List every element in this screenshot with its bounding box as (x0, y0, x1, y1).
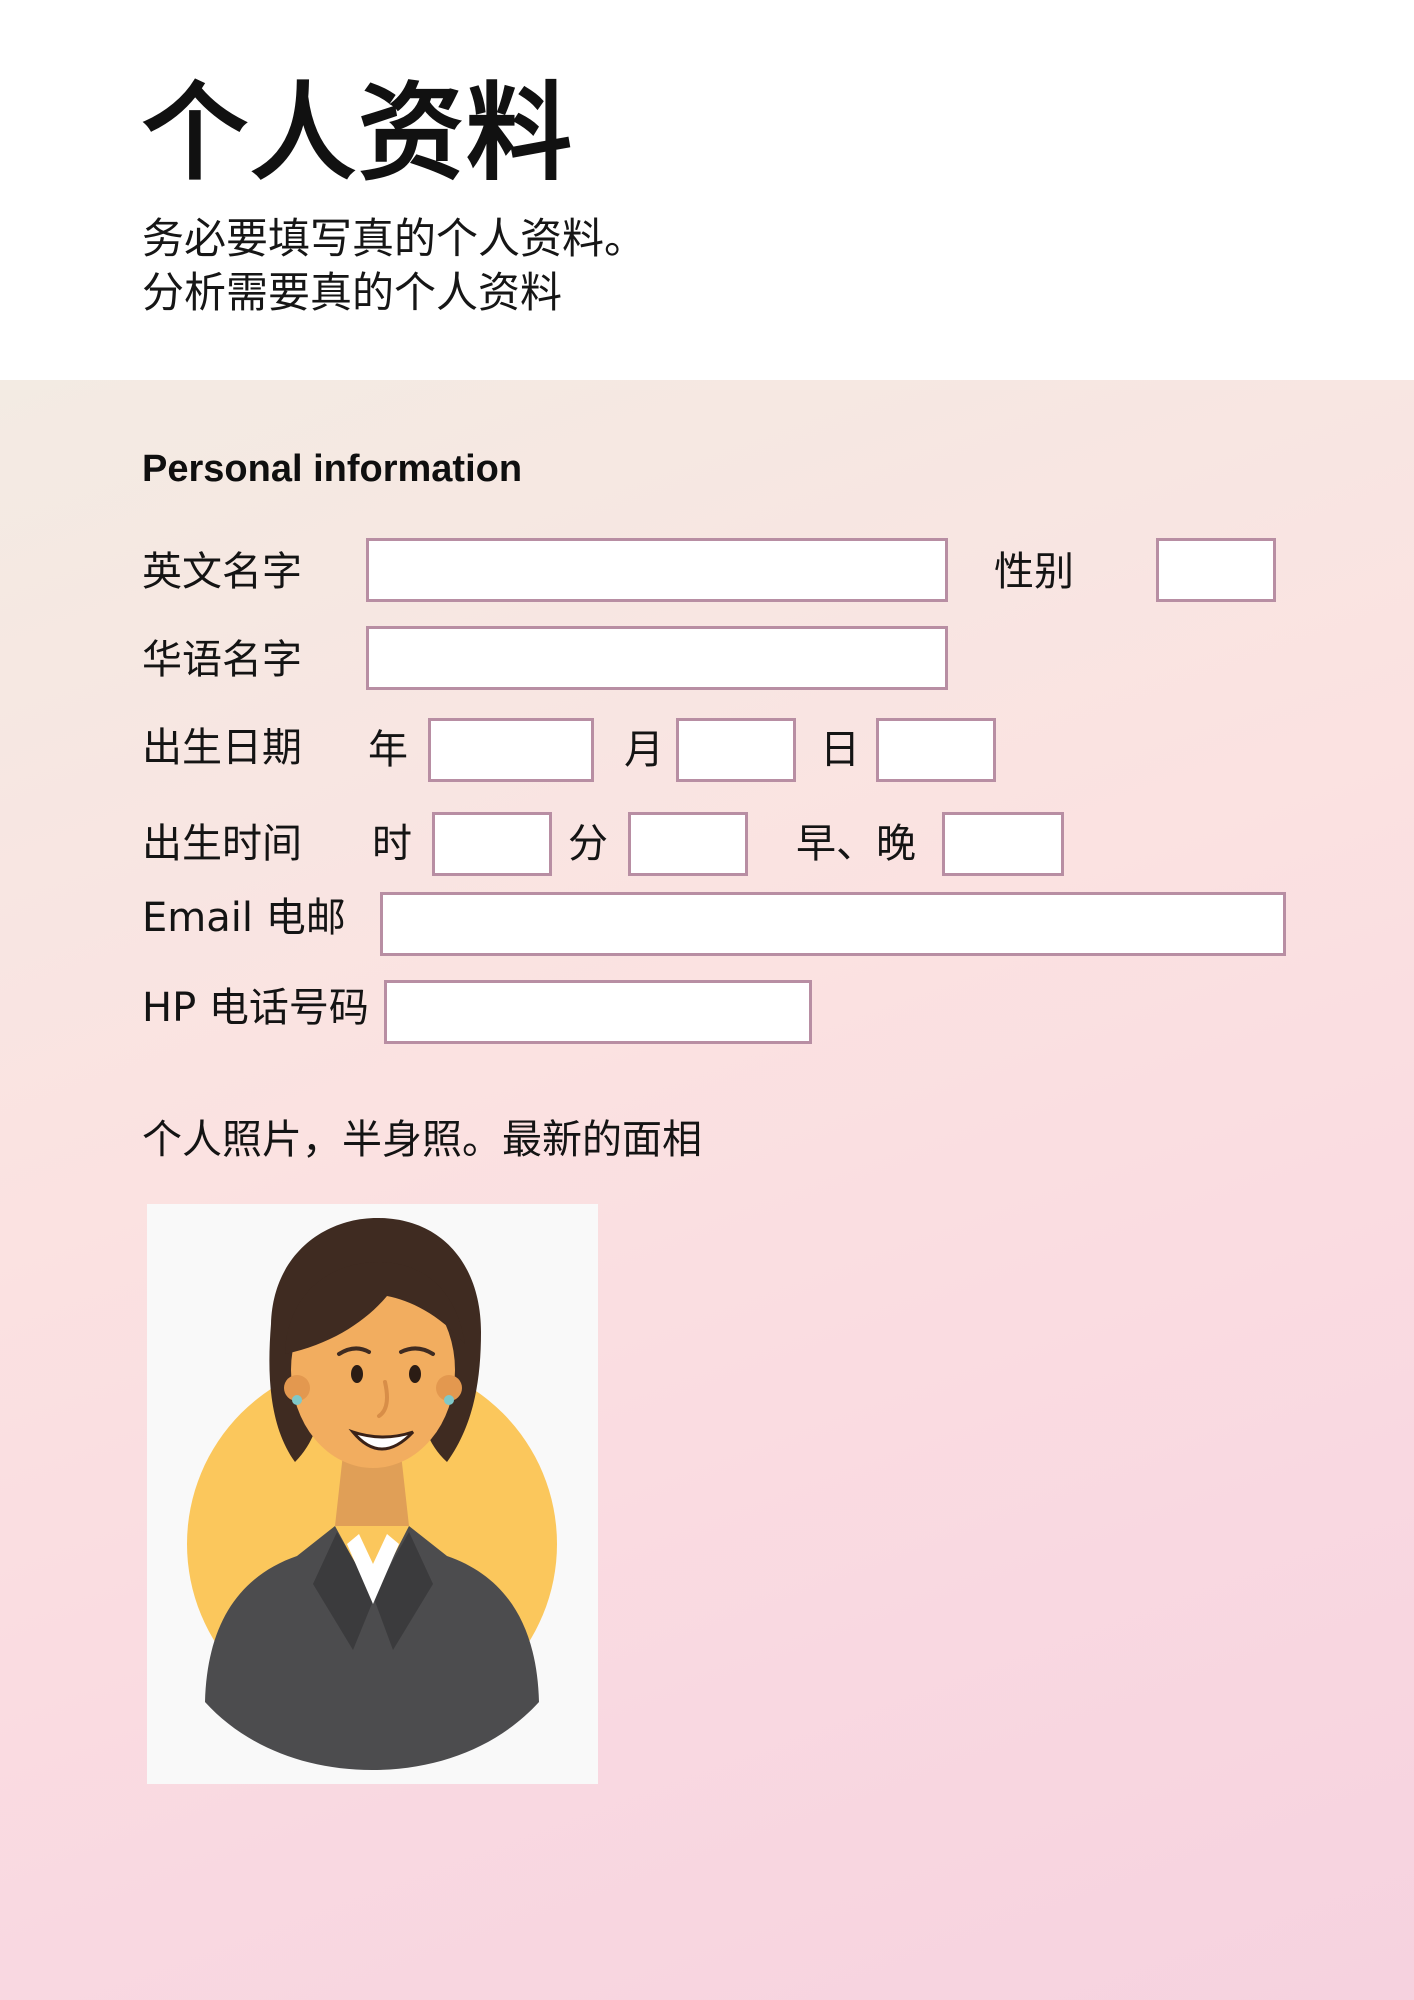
photo-upload-area[interactable] (147, 1204, 598, 1784)
gender-field[interactable] (1156, 538, 1276, 602)
email-field[interactable] (380, 892, 1286, 956)
birth-date-label: 出生日期 (142, 725, 302, 771)
day-field[interactable] (876, 718, 996, 782)
month-field[interactable] (676, 718, 796, 782)
english-name-label: 英文名字 (142, 549, 302, 595)
month-label: 月 (624, 727, 664, 773)
minute-label: 分 (568, 821, 608, 867)
chinese-name-field[interactable] (366, 626, 948, 690)
subtitle-line-1: 务必要填写真的个人资料。 (142, 214, 647, 263)
page-title: 个人资料 (142, 72, 574, 195)
woman-avatar-icon (187, 1218, 557, 1770)
hour-label: 时 (372, 821, 412, 867)
hour-field[interactable] (432, 812, 552, 876)
year-field[interactable] (428, 718, 594, 782)
am-pm-label: 早、晚 (796, 821, 916, 867)
phone-label: HP 电话号码 (142, 985, 369, 1031)
day-label: 日 (820, 727, 860, 773)
gender-label: 性别 (994, 549, 1074, 595)
photo-caption: 个人照片，半身照。最新的面相 (142, 1117, 702, 1163)
section-title: Personal information (142, 448, 523, 490)
header: 个人资料 务必要填写真的个人资料。 分析需要真的个人资料 (0, 0, 1414, 380)
email-label: Email 电邮 (142, 895, 346, 941)
am-pm-field[interactable] (942, 812, 1064, 876)
chinese-name-label: 华语名字 (142, 637, 302, 683)
minute-field[interactable] (628, 812, 748, 876)
english-name-field[interactable] (366, 538, 948, 602)
phone-field[interactable] (384, 980, 812, 1044)
birth-time-label: 出生时间 (142, 821, 302, 867)
year-label: 年 (368, 727, 408, 773)
subtitle-line-2: 分析需要真的个人资料 (142, 268, 563, 317)
